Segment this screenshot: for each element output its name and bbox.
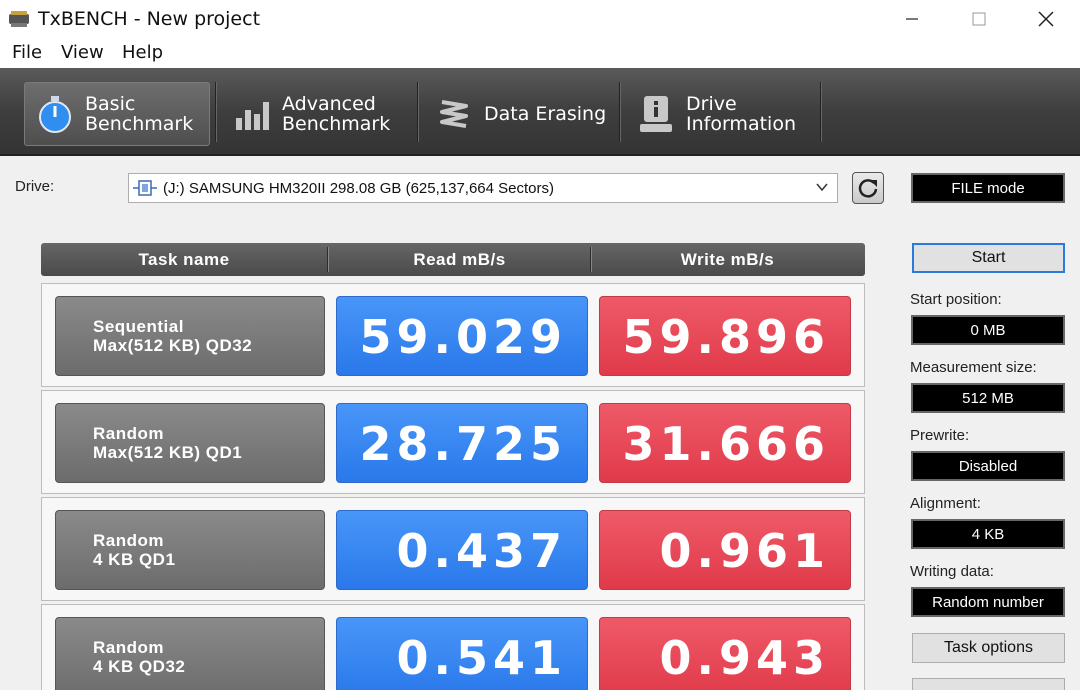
usb-drive-icon <box>133 180 157 196</box>
write-value: 0.943 <box>599 617 851 690</box>
read-value: 0.541 <box>336 617 588 690</box>
tab-label: Basic Benchmark <box>85 93 194 135</box>
refresh-button[interactable] <box>852 172 884 204</box>
minimize-button[interactable] <box>878 0 946 38</box>
writing-data-label: Writing data: <box>910 563 994 580</box>
header-task-name: Task name <box>138 249 230 269</box>
drive-select-value: (J:) SAMSUNG HM320II 298.08 GB (625,137,… <box>163 179 555 197</box>
menu-help[interactable]: Help <box>122 42 163 63</box>
result-row-seq: Sequential Max(512 KB) QD32 59.029 59.89… <box>41 283 865 387</box>
task-button[interactable]: Random 4 KB QD32 <box>55 617 325 690</box>
task-button[interactable]: Sequential Max(512 KB) QD32 <box>55 296 325 376</box>
chevron-down-icon <box>816 183 828 192</box>
drive-label: Drive: <box>15 178 55 195</box>
alignment-field[interactable]: 4 KB <box>911 519 1065 549</box>
prewrite-field[interactable]: Disabled <box>911 451 1065 481</box>
tab-drive-information[interactable]: Drive Information <box>626 82 818 146</box>
write-value: 59.896 <box>599 296 851 376</box>
toolbar: Basic Benchmark Advanced Benchmark Data … <box>0 68 1080 156</box>
maximize-button[interactable] <box>945 0 1013 38</box>
alignment-label: Alignment: <box>910 495 981 512</box>
tab-label: Data Erasing <box>484 103 607 125</box>
tab-divider <box>619 82 621 142</box>
prewrite-label: Prewrite: <box>910 427 970 444</box>
writing-data-field[interactable]: Random number <box>911 587 1065 617</box>
task-button[interactable]: Random Max(512 KB) QD1 <box>55 403 325 483</box>
close-icon <box>1038 11 1054 27</box>
write-value: 0.961 <box>599 510 851 590</box>
read-value: 28.725 <box>336 403 588 483</box>
history-button[interactable] <box>912 678 1065 690</box>
task-button[interactable]: Random 4 KB QD1 <box>55 510 325 590</box>
mode-indicator: FILE mode <box>911 173 1065 203</box>
result-row-rnd512: Random Max(512 KB) QD1 28.725 31.666 <box>41 390 865 494</box>
tab-divider <box>820 82 822 142</box>
tab-divider <box>417 82 419 142</box>
menu-view[interactable]: View <box>61 42 104 63</box>
title-bar: TxBENCH - New project <box>0 0 1080 38</box>
write-value: 31.666 <box>599 403 851 483</box>
minimize-icon <box>906 18 918 20</box>
tab-divider <box>215 82 217 142</box>
main-panel: Drive: (J:) SAMSUNG HM320II 298.08 GB (6… <box>0 156 1080 690</box>
drive-info-icon <box>640 96 672 132</box>
measurement-size-label: Measurement size: <box>910 359 1037 376</box>
menu-file[interactable]: File <box>12 42 42 63</box>
maximize-icon <box>972 12 986 26</box>
read-value: 0.437 <box>336 510 588 590</box>
results-header: Task name Read mB/s Write mB/s <box>41 243 865 276</box>
result-row-rnd4k-qd32: Random 4 KB QD32 0.541 0.943 <box>41 604 865 690</box>
tab-label: Advanced Benchmark <box>282 93 391 135</box>
tab-basic-benchmark[interactable]: Basic Benchmark <box>24 82 210 146</box>
tab-data-erasing[interactable]: Data Erasing <box>424 82 616 146</box>
spring-icon <box>440 100 468 128</box>
start-button[interactable]: Start <box>912 243 1065 273</box>
bar-chart-icon <box>236 102 269 130</box>
start-position-field[interactable]: 0 MB <box>911 315 1065 345</box>
drive-select[interactable]: (J:) SAMSUNG HM320II 298.08 GB (625,137,… <box>128 173 838 203</box>
read-value: 59.029 <box>336 296 588 376</box>
start-position-label: Start position: <box>910 291 1002 308</box>
refresh-icon <box>858 179 878 198</box>
app-icon <box>9 11 29 27</box>
measurement-size-field[interactable]: 512 MB <box>911 383 1065 413</box>
task-options-button[interactable]: Task options <box>912 633 1065 663</box>
result-row-rnd4k-qd1: Random 4 KB QD1 0.437 0.961 <box>41 497 865 601</box>
window-title: TxBENCH - New project <box>38 8 261 30</box>
tab-label: Drive Information <box>686 93 796 135</box>
header-read: Read mB/s <box>413 249 506 269</box>
header-write: Write mB/s <box>680 249 775 269</box>
stopwatch-icon <box>39 96 71 133</box>
menu-bar: File View Help <box>0 38 1080 68</box>
tab-advanced-benchmark[interactable]: Advanced Benchmark <box>222 82 412 146</box>
close-button[interactable] <box>1012 0 1080 38</box>
